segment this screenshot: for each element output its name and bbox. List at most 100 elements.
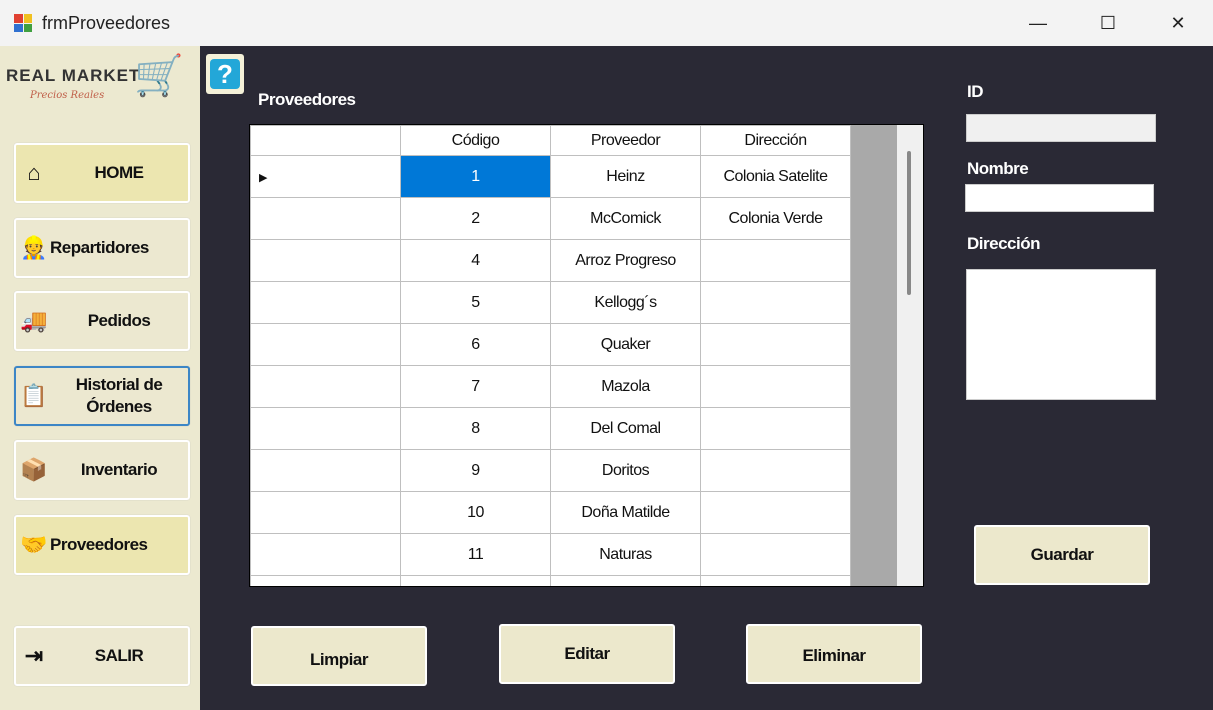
- cell-codigo[interactable]: 4: [400, 239, 551, 282]
- handshake-icon: 🤝: [20, 532, 48, 557]
- column-header-direccion[interactable]: Dirección: [700, 125, 851, 156]
- shopping-cart-icon: 🛒: [134, 54, 184, 98]
- table-row[interactable]: [250, 575, 851, 586]
- maximize-button[interactable]: ☐: [1073, 0, 1143, 46]
- truck-icon: 🚚: [20, 308, 48, 333]
- row-header[interactable]: [250, 491, 401, 534]
- nav-inventario-button[interactable]: 📦 Inventario: [14, 440, 190, 500]
- help-button[interactable]: ?: [206, 54, 244, 94]
- cell-proveedor[interactable]: Del Comal: [550, 407, 701, 450]
- table-row[interactable]: 6 Quaker: [250, 323, 851, 366]
- table-row[interactable]: 10 Doña Matilde: [250, 491, 851, 534]
- nav-home-button[interactable]: ⌂ HOME: [14, 143, 190, 203]
- table-row[interactable]: 7 Mazola: [250, 365, 851, 408]
- cell-direccion[interactable]: [700, 323, 851, 366]
- nav-salir-button[interactable]: ⇥ SALIR: [14, 626, 190, 686]
- nav-repartidores-button[interactable]: 👷 Repartidores: [14, 218, 190, 278]
- row-header[interactable]: [250, 365, 401, 408]
- row-header[interactable]: [250, 323, 401, 366]
- cell-direccion[interactable]: [700, 365, 851, 408]
- cell-proveedor[interactable]: Arroz Progreso: [550, 239, 701, 282]
- title-bar: frmProveedores — ☐ ✕: [0, 0, 1213, 46]
- nav-label: Repartidores: [50, 238, 149, 257]
- home-icon: ⌂: [27, 160, 41, 185]
- column-header-codigo[interactable]: Código: [400, 125, 551, 156]
- cell-proveedor[interactable]: Mazola: [550, 365, 701, 408]
- cell-codigo[interactable]: 6: [400, 323, 551, 366]
- eliminar-button[interactable]: Eliminar: [746, 624, 922, 684]
- table-row[interactable]: 5 Kellogg´s: [250, 281, 851, 324]
- cell-proveedor[interactable]: Kellogg´s: [550, 281, 701, 324]
- nombre-field[interactable]: [965, 184, 1154, 212]
- cell-direccion[interactable]: [700, 533, 851, 576]
- logout-icon: ⇥: [24, 643, 44, 668]
- cell-codigo[interactable]: 2: [400, 197, 551, 240]
- row-header[interactable]: [250, 449, 401, 492]
- cell-direccion[interactable]: [700, 407, 851, 450]
- table-row[interactable]: 11 Naturas: [250, 533, 851, 576]
- scrollbar-thumb[interactable]: [907, 151, 911, 295]
- cell-proveedor[interactable]: Doña Matilde: [550, 491, 701, 534]
- cell-codigo[interactable]: 1: [400, 155, 551, 198]
- row-header[interactable]: [250, 239, 401, 282]
- providers-grid[interactable]: Código Proveedor Dirección ▶ 1 Heinz Coloni…: [249, 124, 924, 587]
- cell-direccion[interactable]: [700, 281, 851, 324]
- row-header[interactable]: [250, 407, 401, 450]
- column-header-proveedor[interactable]: Proveedor: [550, 125, 701, 156]
- window-title: frmProveedores: [42, 12, 171, 33]
- id-label: ID: [967, 82, 984, 101]
- cell-direccion[interactable]: [700, 449, 851, 492]
- nav-historial-button[interactable]: 📋 Historial de Órdenes: [14, 366, 190, 426]
- row-header-column: [250, 125, 401, 156]
- row-header[interactable]: [250, 281, 401, 324]
- cell-direccion[interactable]: [700, 239, 851, 282]
- current-row-indicator-icon: ▶: [259, 171, 267, 184]
- cell-direccion[interactable]: [700, 491, 851, 534]
- direccion-label: Dirección: [967, 234, 1040, 253]
- cell-codigo[interactable]: 8: [400, 407, 551, 450]
- logo: REAL MARKET Precios Reales 🛒: [4, 50, 198, 114]
- row-header[interactable]: [250, 533, 401, 576]
- limpiar-button[interactable]: Limpiar: [251, 626, 427, 686]
- nav-label: Pedidos: [87, 311, 151, 330]
- row-header[interactable]: [250, 575, 401, 586]
- nav-label: SALIR: [94, 646, 144, 665]
- cell-proveedor[interactable]: McComick: [550, 197, 701, 240]
- cell-proveedor[interactable]: Quaker: [550, 323, 701, 366]
- cell-codigo[interactable]: 9: [400, 449, 551, 492]
- cell-codigo[interactable]: 5: [400, 281, 551, 324]
- minimize-button[interactable]: —: [1003, 0, 1073, 46]
- table-row[interactable]: 2 McComick Colonia Verde: [250, 197, 851, 240]
- cell-codigo[interactable]: [400, 575, 551, 586]
- vertical-scrollbar[interactable]: [897, 125, 923, 586]
- clipboard-icon: 📋: [20, 383, 48, 408]
- cell-proveedor[interactable]: Heinz: [550, 155, 701, 198]
- cell-direccion[interactable]: Colonia Satelite: [700, 155, 851, 198]
- nav-proveedores-button[interactable]: 🤝 Proveedores: [14, 515, 190, 575]
- nav-label: Proveedores: [50, 535, 148, 554]
- guardar-button[interactable]: Guardar: [974, 525, 1150, 585]
- close-button[interactable]: ✕: [1143, 0, 1213, 46]
- cell-proveedor[interactable]: [550, 575, 701, 586]
- cell-proveedor[interactable]: Doritos: [550, 449, 701, 492]
- inventory-icon: 📦: [20, 457, 48, 482]
- row-header[interactable]: ▶: [250, 155, 401, 198]
- cell-codigo[interactable]: 7: [400, 365, 551, 408]
- direccion-field[interactable]: [966, 269, 1156, 400]
- table-row[interactable]: ▶ 1 Heinz Colonia Satelite: [250, 155, 851, 198]
- table-row[interactable]: 9 Doritos: [250, 449, 851, 492]
- table-row[interactable]: 4 Arroz Progreso: [250, 239, 851, 282]
- row-header[interactable]: [250, 197, 401, 240]
- cell-direccion[interactable]: Colonia Verde: [700, 197, 851, 240]
- app-icon: [14, 14, 32, 32]
- editar-button[interactable]: Editar: [499, 624, 675, 684]
- sidebar: REAL MARKET Precios Reales 🛒 ⌂ HOME 👷 Repa…: [0, 46, 200, 710]
- table-row[interactable]: 8 Del Comal: [250, 407, 851, 450]
- cell-proveedor[interactable]: Naturas: [550, 533, 701, 576]
- cell-direccion[interactable]: [700, 575, 851, 586]
- nav-pedidos-button[interactable]: 🚚 Pedidos: [14, 291, 190, 351]
- cell-codigo[interactable]: 11: [400, 533, 551, 576]
- nombre-label: Nombre: [967, 159, 1029, 178]
- cell-codigo[interactable]: 10: [400, 491, 551, 534]
- id-field[interactable]: [966, 114, 1156, 142]
